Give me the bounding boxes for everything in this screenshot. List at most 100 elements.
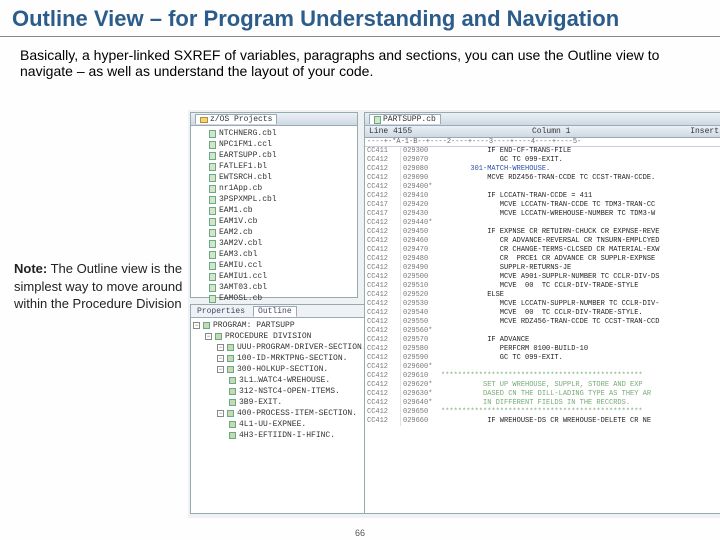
code-line[interactable]: CC417029430 MCVE LCCATN-WREHOUSE-NUMBER … bbox=[365, 210, 720, 219]
outline-label: 4H3-EFTIIDN-I-HFINC. bbox=[239, 430, 335, 441]
file-label: 3AM2V.cbl bbox=[219, 238, 262, 249]
code-text: GC TC 099-EXIT. bbox=[441, 156, 720, 165]
code-line[interactable]: CC412029090 MCVE RDZ456-TRAN-CCDE TC CCS… bbox=[365, 174, 720, 183]
sequence-num: 029460 bbox=[401, 237, 441, 246]
project-file-item[interactable]: EWTSRCH.cbl bbox=[193, 172, 355, 183]
code-line[interactable]: CC412029650*****************************… bbox=[365, 408, 720, 417]
project-file-item[interactable]: EAM1V.cb bbox=[193, 216, 355, 227]
code-line[interactable]: CC412029640* IN DIFFERENT FIELDS IN THE … bbox=[365, 399, 720, 408]
code-line[interactable]: CC412029600* bbox=[365, 363, 720, 372]
code-line[interactable]: CC412029500 MCVE A901-SUPPLR-NUMBER TC C… bbox=[365, 273, 720, 282]
code-line[interactable]: CC412029530 MCVE LCCATN-SUPPLR-NUMBER TC… bbox=[365, 300, 720, 309]
code-line[interactable]: CC412029630* DASED CN THE DILL-LADING TY… bbox=[365, 390, 720, 399]
projects-tree[interactable]: NTCHNERG.cblNPC1FM1.cclEARTSUPP.cblFATLE… bbox=[191, 126, 357, 306]
code-text: GC TC 099-EXIT. bbox=[441, 354, 720, 363]
code-text: IF ADVANCE bbox=[441, 336, 720, 345]
sequence-num: 029470 bbox=[401, 246, 441, 255]
outline-node-icon bbox=[229, 421, 236, 428]
code-line[interactable]: CC412029470 CR CHANGE-TERMS-CLCSED CR MA… bbox=[365, 246, 720, 255]
file-label: EAM1V.cb bbox=[219, 216, 257, 227]
code-line[interactable]: CC412029070 GC TC 099-EXIT. bbox=[365, 156, 720, 165]
project-file-item[interactable]: 3PSPXMPL.cbl bbox=[193, 194, 355, 205]
project-file-item[interactable]: nr1App.cb bbox=[193, 183, 355, 194]
project-file-item[interactable]: EAM3.cbl bbox=[193, 249, 355, 260]
line-prefix: CC412 bbox=[365, 363, 401, 372]
code-line[interactable]: CC412029510 MCVE 00 TC CCLR-DIV-TRADE-ST… bbox=[365, 282, 720, 291]
editor-code-area[interactable]: CC411029300 IF END-CF-TRANS-FILECC412029… bbox=[365, 147, 720, 426]
outline-node-icon bbox=[229, 432, 236, 439]
project-file-item[interactable]: EAM2.cb bbox=[193, 227, 355, 238]
code-line[interactable]: CC412029080 301-MATCH-WREHOUSE. bbox=[365, 165, 720, 174]
project-file-item[interactable]: EAMIU.ccl bbox=[193, 260, 355, 271]
outline-label: PROGRAM: PARTSUPP bbox=[213, 320, 295, 331]
tab-label: PARTSUPP.cb bbox=[383, 115, 436, 124]
code-line[interactable]: CC412029440* bbox=[365, 219, 720, 228]
code-text: MCVE LCCATN-WREHOUSE-NUMBER TC TDM3-W bbox=[441, 210, 720, 219]
outline-label: 312-NSTC4-OPEN-ITEMS. bbox=[239, 386, 340, 397]
expander-icon[interactable]: − bbox=[205, 333, 212, 340]
project-file-item[interactable]: EAMIU1.ccl bbox=[193, 271, 355, 282]
code-line[interactable]: CC412029620* SET UP WREHOUSE, SUPPLR, ST… bbox=[365, 381, 720, 390]
expander-icon[interactable]: − bbox=[217, 366, 224, 373]
note-box: Note: The Outline view is the simplest w… bbox=[14, 260, 184, 313]
sequence-num: 029500 bbox=[401, 273, 441, 282]
project-file-item[interactable]: 3AMT03.cbl bbox=[193, 282, 355, 293]
code-line[interactable]: CC412029540 MCVE 00 TC CCLR-DIV-TRADE-ST… bbox=[365, 309, 720, 318]
tab-outline[interactable]: Outline bbox=[253, 306, 297, 317]
code-line[interactable]: CC412029610*****************************… bbox=[365, 372, 720, 381]
code-line[interactable]: CC412029480 CR PRCE1 CR ADVANCE CR SUPPL… bbox=[365, 255, 720, 264]
project-file-item[interactable]: EARTSUPP.cbl bbox=[193, 150, 355, 161]
line-prefix: CC412 bbox=[365, 354, 401, 363]
tab-properties[interactable]: Properties bbox=[193, 306, 249, 316]
project-file-item[interactable]: NTCHNERG.cbl bbox=[193, 128, 355, 139]
project-file-item[interactable]: FATLEF1.bl bbox=[193, 161, 355, 172]
sequence-num: 029480 bbox=[401, 255, 441, 264]
code-line[interactable]: CC412029550 MCVE RDZ456-TRAN-CCDE TC CCS… bbox=[365, 318, 720, 327]
code-line[interactable]: CC411029300 IF END-CF-TRANS-FILE bbox=[365, 147, 720, 156]
project-file-item[interactable]: EAM1.cb bbox=[193, 205, 355, 216]
project-file-item[interactable]: EAMOSL.cb bbox=[193, 293, 355, 304]
code-text: CR CHANGE-TERMS-CLCSED CR MATERIAL-EXW bbox=[441, 246, 720, 255]
editor-tab-partsupp[interactable]: PARTSUPP.cb bbox=[369, 114, 441, 124]
sequence-num: 029540 bbox=[401, 309, 441, 318]
file-icon bbox=[209, 295, 216, 303]
code-line[interactable]: CC412029560* bbox=[365, 327, 720, 336]
code-line[interactable]: CC412029460 CR ADVANCE-REVERSAL CR TNSUR… bbox=[365, 237, 720, 246]
sequence-num: 029550 bbox=[401, 318, 441, 327]
code-line[interactable]: CC412029660 IF WREHOUSE-DS CR WREHOUSE-D… bbox=[365, 417, 720, 426]
code-line[interactable]: CC412029450 IF EXPNSE CR RETUIRN-CHUCK C… bbox=[365, 228, 720, 237]
expander-icon[interactable]: − bbox=[193, 322, 200, 329]
expander-icon[interactable]: − bbox=[217, 410, 224, 417]
code-line[interactable]: CC412029580 PERFCRM 0100-BUILD-10 bbox=[365, 345, 720, 354]
code-line[interactable]: CC412029400* bbox=[365, 183, 720, 192]
code-line[interactable]: CC412029410 IF LCCATN-TRAN-CCDE = 411 bbox=[365, 192, 720, 201]
project-file-item[interactable]: NPC1FM1.ccl bbox=[193, 139, 355, 150]
expander-icon[interactable]: − bbox=[217, 344, 224, 351]
code-text: 301-MATCH-WREHOUSE. bbox=[441, 165, 550, 174]
outline-node-icon bbox=[229, 377, 236, 384]
sequence-num: 029570 bbox=[401, 336, 441, 345]
code-text: MCVE RDZ456-TRAN-CCDE TC CCST-TRAN-CCD bbox=[441, 318, 720, 327]
outline-label: PROCEDURE DIVISION bbox=[225, 331, 311, 342]
tab-zos-projects[interactable]: z/OS Projects bbox=[195, 114, 277, 124]
outline-node-icon bbox=[227, 366, 234, 373]
code-line[interactable]: CC412029520 ELSE bbox=[365, 291, 720, 300]
code-line[interactable]: CC412029570 IF ADVANCE bbox=[365, 336, 720, 345]
code-text: SET UP WREHOUSE, SUPPLR, STORE AND EXP bbox=[441, 381, 643, 390]
sequence-num: 029590 bbox=[401, 354, 441, 363]
slide-title: Outline View – for Program Understanding… bbox=[0, 0, 720, 37]
code-line[interactable]: CC412029590 GC TC 099-EXIT. bbox=[365, 354, 720, 363]
outline-label: 3L1…WATC4-WREHOUSE. bbox=[239, 375, 330, 386]
line-prefix: CC417 bbox=[365, 210, 401, 219]
outline-node-icon bbox=[203, 322, 210, 329]
code-line[interactable]: CC417029420 MCVE LCCATN-TRAN-CCDE TC TDM… bbox=[365, 201, 720, 210]
project-file-item[interactable]: 3AM2V.cbl bbox=[193, 238, 355, 249]
expander-icon[interactable]: − bbox=[217, 355, 224, 362]
line-prefix: CC412 bbox=[365, 264, 401, 273]
file-icon bbox=[209, 207, 216, 215]
file-icon bbox=[209, 152, 216, 160]
file-icon bbox=[209, 130, 216, 138]
code-line[interactable]: CC412029490 SUPPLR-RETURNS-JE bbox=[365, 264, 720, 273]
sequence-num: 029650 bbox=[401, 408, 441, 417]
file-label: EAM3.cbl bbox=[219, 249, 257, 260]
